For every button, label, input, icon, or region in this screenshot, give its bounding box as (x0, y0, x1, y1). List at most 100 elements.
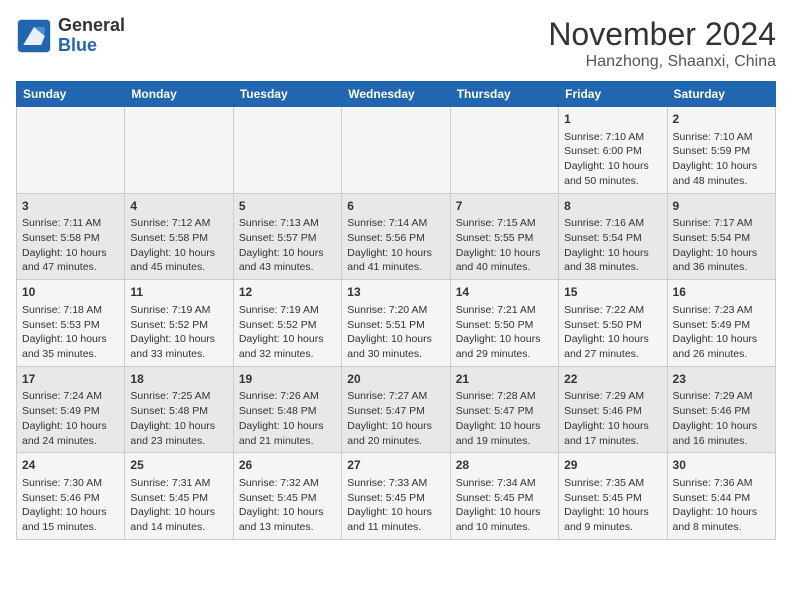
calendar-day-cell: 21Sunrise: 7:28 AM Sunset: 5:47 PM Dayli… (450, 366, 558, 453)
calendar-week-row: 1 Sunrise: 7:10 AM Sunset: 6:00 PM Daylig… (17, 107, 776, 194)
day-info: Sunrise: 7:18 AM Sunset: 5:53 PM Dayligh… (22, 303, 119, 362)
calendar-day-cell: 4Sunrise: 7:12 AM Sunset: 5:58 PM Daylig… (125, 193, 233, 280)
logo-text: General Blue (58, 16, 125, 56)
calendar-day-cell: 16 Sunrise: 7:23 AM Sunset: 5:49 PM Dayli… (667, 280, 775, 367)
day-info: Sunrise: 7:16 AM Sunset: 5:54 PM Dayligh… (564, 216, 661, 275)
day-number: 5 (239, 198, 336, 215)
calendar-day-cell: 13 Sunrise: 7:20 AM Sunset: 5:51 PM Dayli… (342, 280, 450, 367)
day-info: Sunrise: 7:34 AM Sunset: 5:45 PM Dayligh… (456, 476, 553, 535)
day-number: 14 (456, 284, 553, 301)
title-block: November 2024 Hanzhong, Shaanxi, China (548, 16, 776, 71)
weekday-header: Saturday (667, 82, 775, 107)
calendar-day-cell: 6Sunrise: 7:14 AM Sunset: 5:56 PM Daylig… (342, 193, 450, 280)
weekday-header: Monday (125, 82, 233, 107)
calendar-day-cell: 18Sunrise: 7:25 AM Sunset: 5:48 PM Dayli… (125, 366, 233, 453)
calendar-day-cell: 7Sunrise: 7:15 AM Sunset: 5:55 PM Daylig… (450, 193, 558, 280)
month-title: November 2024 (548, 16, 776, 53)
calendar-day-cell (450, 107, 558, 194)
calendar-week-row: 3Sunrise: 7:11 AM Sunset: 5:58 PM Daylig… (17, 193, 776, 280)
day-info: Sunrise: 7:19 AM Sunset: 5:52 PM Dayligh… (130, 303, 227, 362)
calendar-day-cell: 20Sunrise: 7:27 AM Sunset: 5:47 PM Dayli… (342, 366, 450, 453)
day-info: Sunrise: 7:23 AM Sunset: 5:49 PM Dayligh… (673, 303, 770, 362)
day-number: 13 (347, 284, 444, 301)
calendar-day-cell: 29 Sunrise: 7:35 AM Sunset: 5:45 PM Dayli… (559, 453, 667, 540)
day-number: 15 (564, 284, 661, 301)
day-number: 10 (22, 284, 119, 301)
calendar-day-cell: 22Sunrise: 7:29 AM Sunset: 5:46 PM Dayli… (559, 366, 667, 453)
day-info: Sunrise: 7:33 AM Sunset: 5:45 PM Dayligh… (347, 476, 444, 535)
day-number: 11 (130, 284, 227, 301)
day-number: 22 (564, 371, 661, 388)
weekday-header: Friday (559, 82, 667, 107)
day-number: 25 (130, 457, 227, 474)
day-number: 16 (673, 284, 770, 301)
day-info: Sunrise: 7:11 AM Sunset: 5:58 PM Dayligh… (22, 216, 119, 275)
day-info: Sunrise: 7:20 AM Sunset: 5:51 PM Dayligh… (347, 303, 444, 362)
calendar-day-cell: 17Sunrise: 7:24 AM Sunset: 5:49 PM Dayli… (17, 366, 125, 453)
day-info: Sunrise: 7:25 AM Sunset: 5:48 PM Dayligh… (130, 389, 227, 448)
day-number: 26 (239, 457, 336, 474)
day-number: 24 (22, 457, 119, 474)
day-info: Sunrise: 7:29 AM Sunset: 5:46 PM Dayligh… (564, 389, 661, 448)
calendar-day-cell: 11 Sunrise: 7:19 AM Sunset: 5:52 PM Dayli… (125, 280, 233, 367)
calendar-day-cell: 23Sunrise: 7:29 AM Sunset: 5:46 PM Dayli… (667, 366, 775, 453)
weekday-header: Tuesday (233, 82, 341, 107)
day-info: Sunrise: 7:13 AM Sunset: 5:57 PM Dayligh… (239, 216, 336, 275)
day-number: 23 (673, 371, 770, 388)
calendar-day-cell: 30 Sunrise: 7:36 AM Sunset: 5:44 PM Dayli… (667, 453, 775, 540)
calendar-day-cell (233, 107, 341, 194)
calendar-day-cell: 5Sunrise: 7:13 AM Sunset: 5:57 PM Daylig… (233, 193, 341, 280)
day-number: 12 (239, 284, 336, 301)
calendar-day-cell: 12 Sunrise: 7:19 AM Sunset: 5:52 PM Dayli… (233, 280, 341, 367)
day-info: Sunrise: 7:10 AM Sunset: 5:59 PM Dayligh… (673, 130, 770, 189)
calendar-day-cell: 3Sunrise: 7:11 AM Sunset: 5:58 PM Daylig… (17, 193, 125, 280)
day-info: Sunrise: 7:15 AM Sunset: 5:55 PM Dayligh… (456, 216, 553, 275)
calendar-table: SundayMondayTuesdayWednesdayThursdayFrid… (16, 81, 776, 540)
day-info: Sunrise: 7:31 AM Sunset: 5:45 PM Dayligh… (130, 476, 227, 535)
day-number: 9 (673, 198, 770, 215)
weekday-header: Wednesday (342, 82, 450, 107)
day-info: Sunrise: 7:35 AM Sunset: 5:45 PM Dayligh… (564, 476, 661, 535)
calendar-week-row: 17Sunrise: 7:24 AM Sunset: 5:49 PM Dayli… (17, 366, 776, 453)
page-header: General Blue November 2024 Hanzhong, Sha… (16, 16, 776, 71)
calendar-day-cell: 10 Sunrise: 7:18 AM Sunset: 5:53 PM Dayli… (17, 280, 125, 367)
calendar-day-cell: 24 Sunrise: 7:30 AM Sunset: 5:46 PM Dayli… (17, 453, 125, 540)
day-number: 27 (347, 457, 444, 474)
weekday-header-row: SundayMondayTuesdayWednesdayThursdayFrid… (17, 82, 776, 107)
calendar-day-cell: 14Sunrise: 7:21 AM Sunset: 5:50 PM Dayli… (450, 280, 558, 367)
day-number: 8 (564, 198, 661, 215)
day-info: Sunrise: 7:28 AM Sunset: 5:47 PM Dayligh… (456, 389, 553, 448)
day-info: Sunrise: 7:17 AM Sunset: 5:54 PM Dayligh… (673, 216, 770, 275)
calendar-day-cell: 2Sunrise: 7:10 AM Sunset: 5:59 PM Daylig… (667, 107, 775, 194)
weekday-header: Thursday (450, 82, 558, 107)
calendar-day-cell: 25 Sunrise: 7:31 AM Sunset: 5:45 PM Dayli… (125, 453, 233, 540)
day-number: 29 (564, 457, 661, 474)
calendar-day-cell: 9Sunrise: 7:17 AM Sunset: 5:54 PM Daylig… (667, 193, 775, 280)
weekday-header: Sunday (17, 82, 125, 107)
day-number: 20 (347, 371, 444, 388)
logo: General Blue (16, 16, 125, 56)
day-info: Sunrise: 7:36 AM Sunset: 5:44 PM Dayligh… (673, 476, 770, 535)
day-info: Sunrise: 7:10 AM Sunset: 6:00 PM Dayligh… (564, 130, 661, 189)
day-number: 21 (456, 371, 553, 388)
day-info: Sunrise: 7:12 AM Sunset: 5:58 PM Dayligh… (130, 216, 227, 275)
logo-icon (16, 18, 52, 54)
calendar-week-row: 24 Sunrise: 7:30 AM Sunset: 5:46 PM Dayli… (17, 453, 776, 540)
day-info: Sunrise: 7:29 AM Sunset: 5:46 PM Dayligh… (673, 389, 770, 448)
day-info: Sunrise: 7:14 AM Sunset: 5:56 PM Dayligh… (347, 216, 444, 275)
calendar-day-cell: 27 Sunrise: 7:33 AM Sunset: 5:45 PM Dayli… (342, 453, 450, 540)
day-info: Sunrise: 7:19 AM Sunset: 5:52 PM Dayligh… (239, 303, 336, 362)
day-number: 1 (564, 111, 661, 128)
day-number: 19 (239, 371, 336, 388)
calendar-week-row: 10 Sunrise: 7:18 AM Sunset: 5:53 PM Dayli… (17, 280, 776, 367)
location: Hanzhong, Shaanxi, China (548, 53, 776, 71)
day-info: Sunrise: 7:27 AM Sunset: 5:47 PM Dayligh… (347, 389, 444, 448)
day-info: Sunrise: 7:32 AM Sunset: 5:45 PM Dayligh… (239, 476, 336, 535)
day-number: 30 (673, 457, 770, 474)
day-info: Sunrise: 7:26 AM Sunset: 5:48 PM Dayligh… (239, 389, 336, 448)
calendar-day-cell: 26 Sunrise: 7:32 AM Sunset: 5:45 PM Dayli… (233, 453, 341, 540)
day-info: Sunrise: 7:30 AM Sunset: 5:46 PM Dayligh… (22, 476, 119, 535)
day-info: Sunrise: 7:22 AM Sunset: 5:50 PM Dayligh… (564, 303, 661, 362)
day-number: 17 (22, 371, 119, 388)
calendar-day-cell: 28Sunrise: 7:34 AM Sunset: 5:45 PM Dayli… (450, 453, 558, 540)
